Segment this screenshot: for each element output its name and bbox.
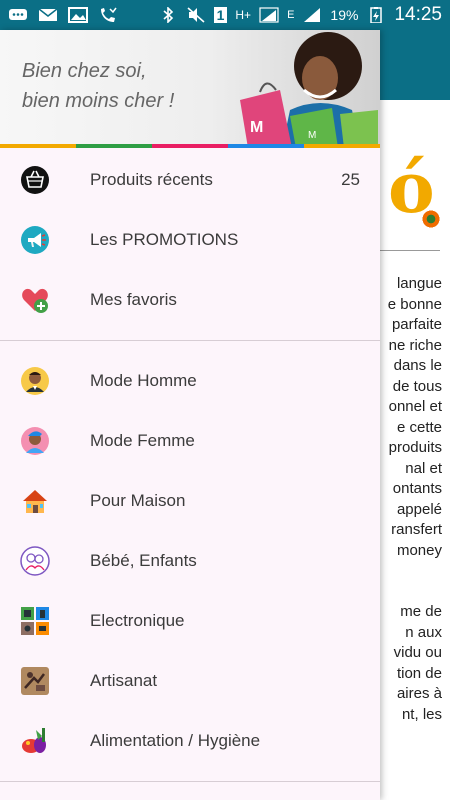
mail-icon	[38, 7, 58, 23]
signal-strength-icon	[302, 7, 322, 23]
menu-item-pour-maison[interactable]: Pour Maison	[0, 471, 380, 531]
hplus-indicator: H+	[235, 8, 252, 22]
svg-text:M: M	[308, 130, 316, 141]
menu-label: Mode Femme	[90, 431, 195, 450]
craft-icon	[20, 666, 50, 696]
status-bar: 1 H+ E 19% 14:25	[0, 0, 450, 30]
header-photo-shopper: M M	[240, 32, 378, 148]
menu-item-alimentation-hygiene[interactable]: Alimentation / Hygiène	[0, 711, 380, 771]
menu-item-promotions[interactable]: Les PROMOTIONS	[0, 210, 380, 270]
flag-icon	[420, 210, 442, 228]
menu-item-mode-femme[interactable]: Mode Femme	[0, 411, 380, 471]
menu-label: Mode Homme	[90, 371, 197, 390]
chat-icon	[8, 7, 28, 23]
menu-label: Produits récents	[90, 170, 213, 189]
electronics-icon	[20, 606, 50, 636]
menu-item-bebe-enfants[interactable]: Bébé, Enfants	[0, 531, 380, 591]
megaphone-icon	[20, 225, 50, 255]
menu-item-favorites[interactable]: Mes favoris	[0, 270, 380, 330]
image-icon	[68, 7, 88, 23]
drawer-header: Bien chez soi, bien moins cher ! M M	[0, 30, 380, 148]
menu-label: Electronique	[90, 611, 185, 630]
heart-plus-icon	[20, 285, 50, 315]
groceries-icon	[20, 726, 50, 756]
background-divider	[380, 250, 440, 251]
mute-icon	[186, 7, 206, 23]
network-type: E	[287, 9, 295, 21]
missed-call-icon	[98, 7, 118, 23]
signal-icon	[259, 7, 279, 23]
drawer-divider	[0, 340, 380, 341]
man-avatar-icon	[20, 366, 50, 396]
navigation-drawer: Bien chez soi, bien moins cher ! M M Pro…	[0, 30, 380, 800]
clock: 14:25	[394, 4, 442, 25]
sim-slot-indicator: 1	[213, 7, 228, 23]
house-icon	[20, 486, 50, 516]
battery-charging-icon	[366, 7, 386, 23]
primary-menu: Produits récents 25 Les PROMOTIONS Mes f…	[0, 148, 380, 330]
slogan-line-1: Bien chez soi,	[22, 60, 147, 82]
menu-label: Bébé, Enfants	[90, 551, 197, 570]
system-icons: 1 H+ E 19% 14:25	[158, 4, 442, 26]
header-slogan: Bien chez soi, bien moins cher !	[22, 56, 174, 116]
category-menu: Mode Homme Mode Femme Pour Maison Bébé, …	[0, 351, 380, 771]
recent-products-count: 25	[341, 170, 360, 189]
svg-text:M: M	[250, 119, 263, 136]
menu-item-mode-homme[interactable]: Mode Homme	[0, 351, 380, 411]
baby-icon	[20, 546, 50, 576]
menu-label: Alimentation / Hygiène	[90, 731, 261, 750]
menu-item-electronique[interactable]: Electronique	[0, 591, 380, 651]
menu-label: Mes favoris	[90, 290, 177, 309]
menu-label: Pour Maison	[90, 491, 186, 510]
drawer-divider-bottom	[0, 781, 380, 782]
notification-icons	[8, 7, 118, 23]
header-color-stripe	[0, 144, 380, 148]
menu-item-artisanat[interactable]: Artisanat	[0, 651, 380, 711]
slogan-line-2: bien moins cher !	[22, 90, 175, 112]
menu-label: Artisanat	[90, 671, 158, 690]
bluetooth-icon	[158, 7, 178, 23]
basket-icon	[20, 165, 50, 195]
menu-label: Les PROMOTIONS	[90, 230, 239, 249]
woman-avatar-icon	[20, 426, 50, 456]
battery-percent: 19%	[330, 7, 359, 23]
menu-item-recent-products[interactable]: Produits récents 25	[0, 150, 380, 210]
